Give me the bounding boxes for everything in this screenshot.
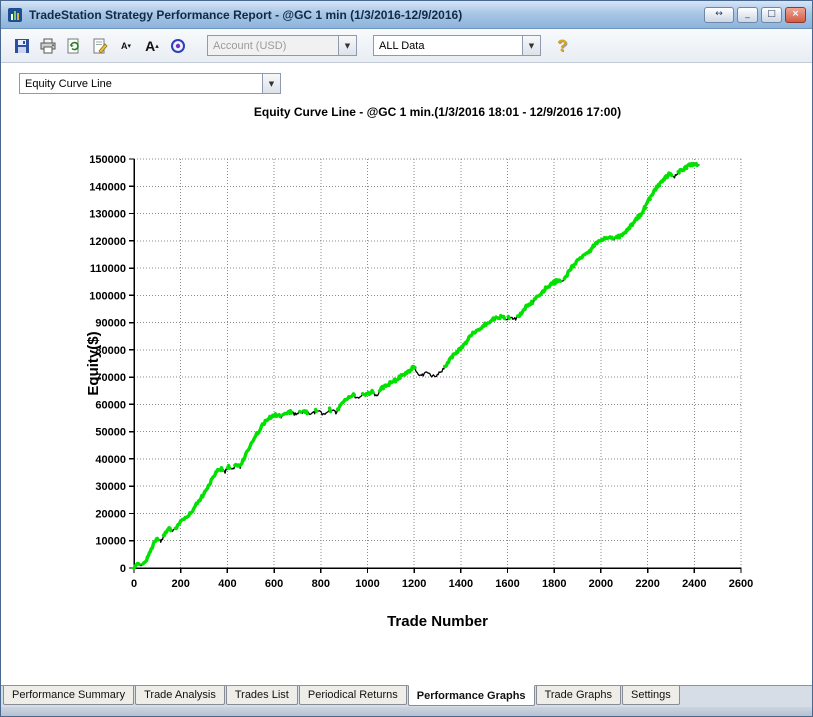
chart-labels: 0100002000030000400005000060000700008000… [85, 105, 753, 630]
refresh-report-button[interactable] [61, 33, 87, 59]
tab-settings[interactable]: Settings [622, 686, 680, 705]
window-bottom-edge [1, 707, 812, 716]
data-range-combo[interactable]: ALL Data ▼ [373, 35, 541, 56]
svg-text:100000: 100000 [89, 290, 126, 302]
svg-text:800: 800 [312, 578, 330, 590]
minimize-button[interactable]: _ [737, 6, 758, 23]
equity-curve-chart: 0100002000030000400005000060000700008000… [85, 105, 753, 630]
chevron-down-icon: ▼ [522, 36, 540, 55]
svg-text:120000: 120000 [89, 236, 126, 248]
svg-text:1400: 1400 [449, 578, 473, 590]
svg-text:0: 0 [120, 563, 126, 575]
svg-text:1800: 1800 [542, 578, 566, 590]
svg-text:90000: 90000 [95, 318, 126, 330]
font-decrease-button[interactable]: A ▾ [113, 33, 139, 59]
tab-periodical-returns[interactable]: Periodical Returns [298, 686, 407, 705]
graph-type-combo-value: Equity Curve Line [25, 77, 112, 90]
svg-text:20000: 20000 [95, 508, 126, 520]
svg-text:1600: 1600 [495, 578, 519, 590]
graph-type-combo[interactable]: Equity Curve Line ▼ [19, 73, 281, 94]
app-icon [7, 7, 23, 23]
chevron-down-icon: ▼ [262, 74, 280, 93]
resize-icon: ↔ [715, 9, 723, 19]
svg-text:400: 400 [218, 578, 236, 590]
svg-text:1000: 1000 [355, 578, 379, 590]
arrow-up-icon: ▴ [155, 41, 159, 50]
account-combo-value: Account (USD) [213, 39, 287, 52]
tab-trade-graphs[interactable]: Trade Graphs [535, 686, 622, 705]
chart-grid [134, 158, 742, 568]
svg-text:1200: 1200 [402, 578, 426, 590]
svg-text:2400: 2400 [682, 578, 706, 590]
close-button[interactable]: × [785, 6, 806, 23]
help-icon: ? [557, 35, 568, 55]
data-range-combo-value: ALL Data [379, 39, 425, 52]
close-icon: × [791, 9, 800, 19]
chevron-down-icon: ▼ [338, 36, 356, 55]
svg-text:2000: 2000 [589, 578, 613, 590]
svg-text:50000: 50000 [95, 427, 126, 439]
tab-performance-graphs[interactable]: Performance Graphs [407, 685, 535, 706]
report-settings-icon [92, 38, 108, 54]
save-button[interactable] [9, 33, 35, 59]
svg-text:110000: 110000 [90, 263, 126, 275]
svg-text:200: 200 [172, 578, 190, 590]
refresh-report-icon [66, 38, 82, 54]
minimize-icon: _ [745, 9, 750, 19]
tab-bar: Performance Summary Trade Analysis Trades … [1, 685, 812, 707]
print-button[interactable] [35, 33, 61, 59]
tab-trade-analysis[interactable]: Trade Analysis [135, 686, 225, 705]
svg-text:130000: 130000 [89, 209, 126, 221]
window-title: TradeStation Strategy Performance Report… [29, 7, 463, 22]
print-icon [40, 38, 56, 54]
toolbar: A ▾ A ▴ Account (USD) ▼ ALL Data ▼ ? [1, 29, 812, 63]
svg-text:10000: 10000 [95, 536, 126, 548]
svg-text:30000: 30000 [95, 481, 126, 493]
resize-button[interactable]: ↔ [704, 6, 734, 23]
svg-text:600: 600 [265, 578, 283, 590]
titlebar[interactable]: TradeStation Strategy Performance Report… [1, 1, 812, 29]
svg-text:0: 0 [131, 578, 137, 590]
chart-axes [129, 158, 742, 573]
report-settings-button[interactable] [87, 33, 113, 59]
svg-text:140000: 140000 [89, 181, 126, 193]
svg-text:2600: 2600 [729, 578, 753, 590]
account-combo: Account (USD) ▼ [207, 35, 357, 56]
font-increase-icon: A [145, 37, 156, 54]
report-content: Equity Curve Line ▼ 0 10000 20000 30000 4000… [1, 63, 812, 685]
chart-title: Equity Curve Line - @GC 1 min.(1/3/2016 … [254, 105, 621, 119]
save-icon [14, 38, 30, 54]
restore-button[interactable]: □ [761, 6, 782, 23]
tradestation-target-icon [170, 38, 186, 54]
restore-icon: □ [767, 9, 776, 19]
tab-performance-summary[interactable]: Performance Summary [3, 686, 135, 705]
svg-text:2200: 2200 [635, 578, 659, 590]
tradestation-report-window: TradeStation Strategy Performance Report… [0, 0, 813, 717]
font-increase-button[interactable]: A ▴ [139, 33, 165, 59]
tradestation-target-button[interactable] [165, 33, 191, 59]
svg-text:40000: 40000 [95, 454, 126, 466]
arrow-down-icon: ▾ [127, 41, 131, 50]
y-axis-label: Equity($) [85, 331, 102, 395]
svg-text:150000: 150000 [89, 154, 126, 166]
svg-text:60000: 60000 [95, 399, 126, 411]
tab-trades-list[interactable]: Trades List [225, 686, 298, 705]
help-button[interactable]: ? [557, 36, 567, 56]
x-axis-label: Trade Number [387, 613, 488, 630]
equity-curve-line [132, 161, 700, 571]
window-controls: ↔ _ □ × [704, 6, 806, 23]
